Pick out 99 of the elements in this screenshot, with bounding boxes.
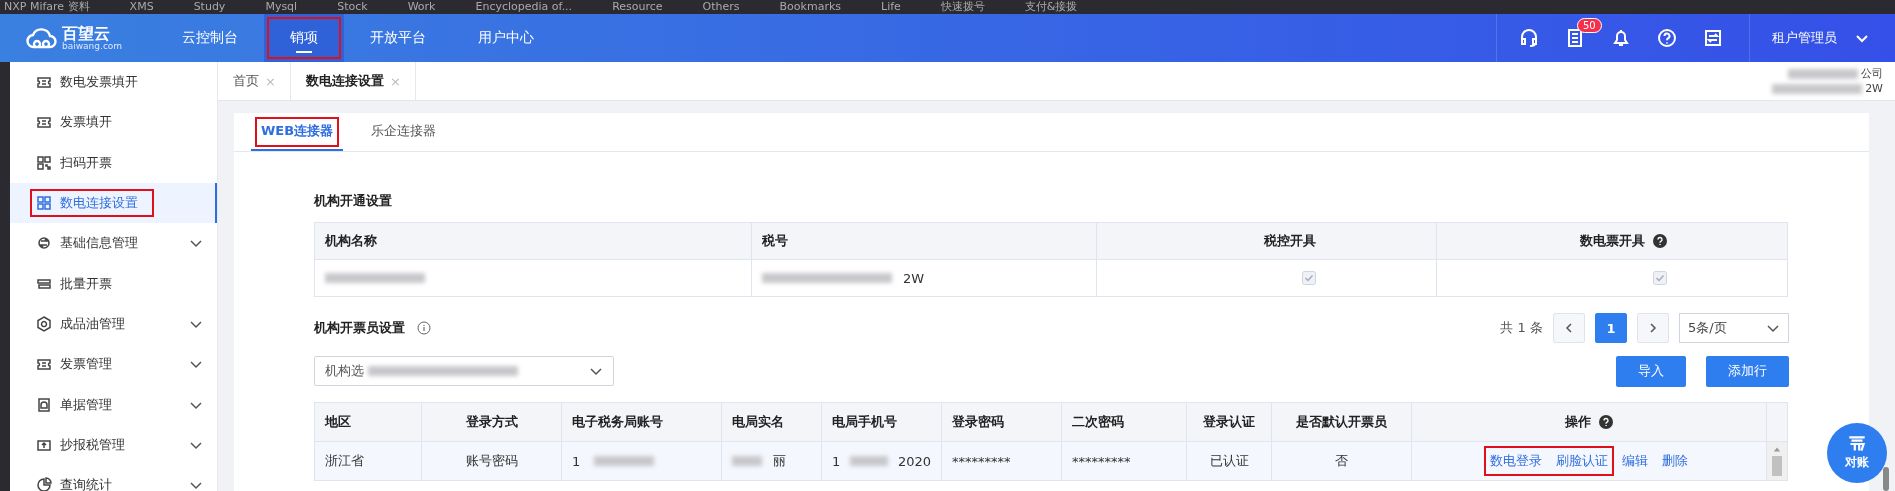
- column-header: 登录方式: [465, 413, 518, 431]
- brand-name: 百望云: [62, 25, 110, 42]
- sidebar-item[interactable]: 抄报税管理: [10, 424, 217, 465]
- nav-tab[interactable]: 用户中心: [452, 14, 560, 62]
- notification-count-badge: 50: [1577, 18, 1602, 33]
- company-name: 公司: [1861, 66, 1883, 81]
- section-title: 机构开通设置: [314, 192, 393, 210]
- hexagon-icon: [36, 315, 52, 332]
- sidebar-item[interactable]: 扫码开票: [10, 142, 217, 183]
- column-header: 操作: [1565, 413, 1591, 431]
- user-name[interactable]: 租户管理员: [1772, 29, 1837, 47]
- column-header: 电局实名: [732, 413, 784, 431]
- brand-tagline: baiwang.com: [62, 41, 123, 51]
- ticket-icon: [36, 74, 52, 91]
- chevron-right-icon[interactable]: [1647, 322, 1659, 334]
- table-cell: 已认证: [1187, 442, 1272, 480]
- connector-tab[interactable]: 乐企连接器: [361, 113, 447, 151]
- column-header: 电局手机号: [832, 413, 897, 431]
- sidebar-item[interactable]: 基础信息管理: [10, 223, 217, 264]
- help-icon[interactable]: [1599, 415, 1613, 429]
- sidebar-item[interactable]: 批量开票: [10, 263, 217, 304]
- section-title: 机构开票员设置: [314, 319, 405, 337]
- blurred-text: [1788, 68, 1858, 79]
- column-header: 登录认证: [1203, 413, 1255, 431]
- page-number-button[interactable]: 1: [1595, 313, 1627, 343]
- table-cell: 浙江省: [315, 442, 422, 480]
- organization-select[interactable]: 机构选: [314, 356, 614, 386]
- action-link[interactable]: 数电登录: [1490, 452, 1542, 470]
- page-size-select[interactable]: 5条/页: [1679, 313, 1789, 343]
- bookmark[interactable]: Encyclopedia of...: [475, 0, 573, 14]
- bookmark[interactable]: Resource: [612, 0, 663, 14]
- ticket-icon: [36, 114, 52, 131]
- table-cell: 2020: [897, 453, 931, 469]
- cloud-logo-icon: [26, 27, 58, 49]
- bookmark[interactable]: Bookmarks: [779, 0, 841, 14]
- help-icon[interactable]: [1653, 234, 1667, 248]
- import-button[interactable]: 导入: [1616, 355, 1686, 387]
- table-cell: *********: [942, 442, 1062, 480]
- table-cell: 1: [832, 453, 841, 469]
- sidebar-item[interactable]: 发票管理: [10, 344, 217, 385]
- scrollbar-thumb[interactable]: [1772, 456, 1782, 476]
- blurred-text: [594, 456, 655, 466]
- bookmark[interactable]: Stock: [337, 0, 368, 14]
- action-link[interactable]: 编辑: [1622, 452, 1648, 470]
- sidebar-item[interactable]: 成品油管理: [10, 303, 217, 345]
- connector-tab[interactable]: WEB连接器: [251, 113, 344, 151]
- headset-icon[interactable]: [1519, 28, 1539, 48]
- pie-chart-icon: [36, 477, 52, 491]
- action-link[interactable]: 删除: [1662, 452, 1688, 470]
- sidebar-item[interactable]: 数电连接设置: [10, 182, 217, 224]
- ticket-icon: [36, 356, 52, 373]
- table-cell: 否: [1272, 442, 1412, 480]
- table-cell: 丽: [773, 452, 786, 470]
- chevron-left-icon[interactable]: [1563, 322, 1575, 334]
- column-header: 数电票开具: [1580, 232, 1645, 250]
- company-tax-number: 2W: [1865, 81, 1883, 96]
- bookmark[interactable]: Mysql: [265, 0, 298, 14]
- page-scrollbar-thumb[interactable]: [1883, 467, 1889, 491]
- bookmark[interactable]: NXP Mifare 资料: [4, 0, 90, 14]
- qr-code-icon: [36, 154, 52, 171]
- nav-tab[interactable]: 云控制台: [156, 14, 264, 62]
- sidebar-item[interactable]: 发票填开: [10, 102, 217, 143]
- column-header: 登录密码: [952, 413, 1004, 431]
- column-header: 地区: [325, 413, 351, 431]
- column-header: 二次密码: [1072, 413, 1124, 431]
- document-list-icon[interactable]: [1565, 28, 1585, 48]
- grid-icon: [36, 195, 52, 212]
- total-count: 共 1 条: [1500, 319, 1543, 337]
- bell-icon[interactable]: [1611, 28, 1631, 48]
- bookmark[interactable]: Work: [407, 0, 436, 14]
- document-icon: [36, 396, 52, 413]
- bookmark[interactable]: Others: [702, 0, 740, 14]
- sidebar-item[interactable]: 数电发票填开: [10, 62, 217, 103]
- table-cell: 账号密码: [422, 442, 562, 480]
- sidebar-item[interactable]: 查询统计: [10, 464, 217, 491]
- sidebar-item[interactable]: 单据管理: [10, 384, 217, 425]
- add-row-button[interactable]: 添加行: [1706, 355, 1789, 387]
- column-header: 电子税务局账号: [572, 413, 663, 431]
- action-link[interactable]: 刷脸认证: [1556, 452, 1608, 470]
- help-icon[interactable]: [1657, 28, 1677, 48]
- bookmark[interactable]: Study: [193, 0, 226, 14]
- nav-tab[interactable]: 销项: [264, 14, 344, 62]
- blurred-text: [732, 456, 762, 466]
- bookmark[interactable]: XMS: [129, 0, 154, 14]
- nav-tab[interactable]: 开放平台: [344, 14, 452, 62]
- table-cell: 1: [572, 453, 581, 469]
- blurred-text: [850, 456, 888, 466]
- table-cell: *********: [1062, 442, 1187, 480]
- column-header: 税号: [762, 232, 788, 250]
- bookmark[interactable]: 快速拨号: [940, 0, 985, 14]
- bookmark[interactable]: 支付&接拨: [1024, 0, 1078, 14]
- bookmark[interactable]: Life: [881, 0, 901, 14]
- info-icon[interactable]: [417, 321, 431, 335]
- column-header: 是否默认开票员: [1296, 413, 1387, 431]
- table-cell: 2W: [903, 270, 925, 286]
- receipt-icon[interactable]: [1846, 435, 1868, 453]
- column-header: 机构名称: [325, 232, 377, 250]
- column-header: 税控开具: [1264, 232, 1316, 250]
- switch-icon[interactable]: [1703, 28, 1723, 48]
